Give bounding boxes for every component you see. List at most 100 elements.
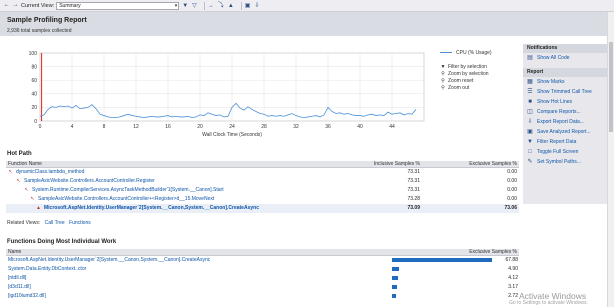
scrollbar-thumb[interactable] bbox=[609, 42, 613, 132]
hot-path-row[interactable]: ↖ dynamicClass.lambda_method 73.31 0.00 bbox=[6, 168, 519, 177]
function-row[interactable]: [d3d11.dll] 3.17 bbox=[6, 283, 519, 292]
hot-path-header-row: Function Name Inclusive Samples % Exclus… bbox=[6, 161, 519, 168]
chevron-down-icon: ▾ bbox=[174, 2, 178, 9]
cpu-usage-chart[interactable]: 0 20 40 60 80 100 0 4 8 12 16 20 24 28 32 36 40 44 Wall Cl… bbox=[0, 36, 520, 146]
col-name[interactable]: Name bbox=[8, 249, 21, 256]
function-link[interactable]: System.Data.Entity.DbContext..ctor bbox=[8, 265, 86, 274]
col-function-name[interactable]: Function Name bbox=[8, 161, 42, 168]
flame-icon[interactable]: ▲ bbox=[228, 2, 234, 10]
function-link[interactable]: Microsoft.AspNet.Identity.UserManager`2[… bbox=[8, 256, 210, 265]
back-arrow-icon[interactable]: ← bbox=[3, 2, 10, 9]
filter-icon[interactable]: ▼ bbox=[182, 2, 188, 10]
hot-path-icon: ↖ bbox=[24, 187, 29, 193]
y-tick-label: 20 bbox=[31, 105, 37, 111]
zoom-reset-label: Zoom reset bbox=[448, 77, 474, 84]
show-marks-link[interactable]: ▦ Show Marks bbox=[523, 77, 607, 87]
legend-cpu-label: CPU (% Usage) bbox=[456, 49, 492, 56]
filter-by-selection[interactable]: ▼ Filter by selection bbox=[440, 63, 492, 70]
exclusive-bar-track bbox=[392, 294, 495, 298]
save-icon: ▣ bbox=[527, 129, 533, 135]
exclusive-value: 4.12 bbox=[508, 275, 518, 281]
function-link[interactable]: SampleAsicWebsite.Controllers.AccountCon… bbox=[38, 196, 214, 202]
function-link[interactable]: Microsoft.AspNet.Identity.UserManager`2[… bbox=[44, 205, 259, 211]
function-row[interactable]: [ntdll.dll] 4.12 bbox=[6, 274, 519, 283]
zoom-in-icon: ⚲ bbox=[441, 70, 445, 77]
inclusive-value: 73.09 bbox=[407, 205, 420, 211]
set-symbol-paths-label: Set Symbol Paths... bbox=[537, 159, 581, 165]
set-symbol-paths-link[interactable]: ✎ Set Symbol Paths... bbox=[523, 157, 607, 167]
clear-filter-icon[interactable]: ▽ bbox=[192, 2, 197, 10]
x-tick-label: 28 bbox=[261, 124, 267, 130]
y-tick-label: 80 bbox=[31, 64, 37, 70]
page-title: Sample Profiling Report bbox=[7, 17, 87, 24]
show-all-code-label: Show All Code bbox=[537, 55, 570, 61]
export-report-data-label: Export Report Data... bbox=[537, 119, 584, 125]
col-inclusive-samples[interactable]: Inclusive Samples % bbox=[346, 161, 420, 168]
compare-reports-link[interactable]: ◫ Compare Reports... bbox=[523, 107, 607, 117]
forward-step-icon[interactable]: → bbox=[208, 2, 214, 10]
function-link[interactable]: [ntdll.dll] bbox=[8, 274, 26, 283]
exclusive-value: 67.88 bbox=[505, 257, 518, 263]
function-link[interactable]: dynamicClass.lambda_method bbox=[16, 169, 84, 175]
related-views: Related Views: Call Tree Functions bbox=[7, 220, 91, 226]
exclusive-bar-track bbox=[392, 285, 495, 289]
x-tick-label: 4 bbox=[71, 124, 74, 130]
exclusive-bar bbox=[392, 294, 396, 298]
zoom-out[interactable]: ⚲ Zoom out bbox=[440, 84, 492, 91]
filter-report-data-link[interactable]: ▼ Filter Report Data bbox=[523, 137, 607, 147]
x-tick-label: 36 bbox=[325, 124, 331, 130]
show-hot-lines-link[interactable]: ■ Show Hot Lines bbox=[523, 97, 607, 107]
zoom-by-selection[interactable]: ⚲ Zoom by selection bbox=[440, 70, 492, 77]
zoom-out-label: Zoom out bbox=[448, 84, 470, 91]
function-row[interactable]: Microsoft.AspNet.Identity.UserManager`2[… bbox=[6, 256, 519, 265]
save-analyzed-report-link[interactable]: ▣ Save Analyzed Report... bbox=[523, 127, 607, 137]
export-icon[interactable]: ⇩ bbox=[254, 2, 259, 10]
hot-path-icon: ↖ bbox=[16, 178, 21, 184]
profiler-window: ← → Current View: Summary ▾ ▼ ▽ → ⤵ ▲ ▣ … bbox=[0, 0, 614, 307]
col-exclusive-samples[interactable]: Exclusive Samples % bbox=[446, 161, 517, 168]
hot-path-row[interactable]: ↖ System.Runtime.CompilerServices.AsyncTa… bbox=[6, 186, 519, 195]
x-tick-label: 40 bbox=[357, 124, 363, 130]
current-view-value: Summary bbox=[59, 2, 81, 9]
current-view-select[interactable]: Summary ▾ bbox=[56, 1, 180, 10]
exclusive-value: 0.00 bbox=[507, 187, 517, 193]
functions-link[interactable]: Functions bbox=[69, 220, 91, 226]
related-views-label: Related Views: bbox=[7, 220, 41, 226]
exclusive-value: 4.90 bbox=[508, 266, 518, 272]
zoom-reset[interactable]: ⚲ Zoom reset bbox=[440, 77, 492, 84]
function-row[interactable]: [igd10iumd32.dll] 2.72 bbox=[6, 292, 519, 301]
show-all-code-link[interactable]: ▤ Show All Code bbox=[523, 53, 607, 63]
hot-path-row[interactable]: ↖ SampleAsicWebsite.Controllers.AccountCo… bbox=[6, 195, 519, 204]
exclusive-value: 0.00 bbox=[507, 196, 517, 202]
hot-path-row[interactable]: ↖ SampleAsicWebsite.Controllers.AccountCo… bbox=[6, 177, 519, 186]
function-link[interactable]: [igd10iumd32.dll] bbox=[8, 292, 46, 301]
toggle-full-screen-link[interactable]: □ Toggle Full Screen bbox=[523, 147, 607, 157]
function-link[interactable]: System.Runtime.CompilerServices.AsyncTas… bbox=[32, 187, 224, 193]
x-tick-label: 44 bbox=[389, 124, 395, 130]
toolbar-divider bbox=[203, 1, 205, 10]
y-tick-label: 100 bbox=[29, 51, 38, 57]
exclusive-bar bbox=[392, 258, 492, 262]
function-row[interactable]: System.Data.Entity.DbContext..ctor 4.90 bbox=[6, 265, 519, 274]
function-link[interactable]: [d3d11.dll] bbox=[8, 283, 31, 292]
functions-work-header-row: Name Exclusive Samples % bbox=[6, 249, 519, 256]
function-link[interactable]: SampleAsicWebsite.Controllers.AccountCon… bbox=[24, 178, 155, 184]
hot-path-icon[interactable]: ⤵ bbox=[218, 2, 224, 10]
exclusive-value: 73.06 bbox=[504, 205, 517, 211]
export-report-data-link[interactable]: ⇩ Export Report Data... bbox=[523, 117, 607, 127]
x-axis-label: Wall Clock Time (Seconds) bbox=[202, 132, 262, 138]
call-tree-link[interactable]: Call Tree bbox=[45, 220, 65, 226]
flame-icon: ▲ bbox=[36, 205, 41, 211]
show-trimmed-call-tree-link[interactable]: ☰ Show Trimmed Call Tree bbox=[523, 87, 607, 97]
legend-swatch bbox=[440, 52, 452, 53]
save-icon[interactable]: ▣ bbox=[245, 2, 251, 10]
col-exclusive-samples[interactable]: Exclusive Samples % bbox=[446, 249, 517, 256]
vertical-scrollbar[interactable] bbox=[607, 12, 614, 307]
forward-arrow-icon[interactable]: → bbox=[12, 2, 19, 9]
y-tick-label: 60 bbox=[31, 78, 37, 84]
filter-report-data-label: Filter Report Data bbox=[537, 139, 577, 145]
exclusive-value: 0.00 bbox=[507, 169, 517, 175]
samples-collected: 2,936 total samples collected bbox=[7, 28, 72, 34]
hot-path-row-selected[interactable]: ▲ Microsoft.AspNet.Identity.UserManager`2… bbox=[6, 204, 519, 213]
y-tick-label: 0 bbox=[34, 119, 37, 125]
